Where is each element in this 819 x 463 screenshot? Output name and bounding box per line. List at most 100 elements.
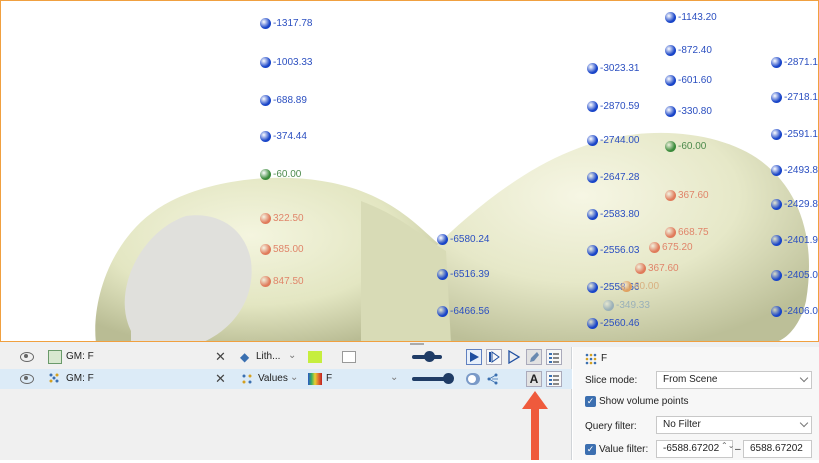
colormap-swatch[interactable] (308, 373, 322, 385)
point-marker[interactable] (587, 172, 598, 183)
point-marker[interactable] (771, 199, 782, 210)
layer-name: GM: F (66, 373, 94, 384)
step-play-icon[interactable] (486, 349, 502, 365)
point-marker[interactable] (587, 63, 598, 74)
point-value-label: 668.75 (678, 227, 709, 238)
point-value-label: -2493.8 (784, 165, 818, 176)
style-dropdown-label[interactable]: Lith... (256, 351, 280, 362)
point-marker[interactable] (771, 129, 782, 140)
point-marker[interactable] (665, 12, 676, 23)
secondary-color-swatch[interactable] (342, 351, 356, 363)
colormap-label: F (326, 373, 333, 384)
remove-layer-icon[interactable]: ✕ (215, 349, 226, 365)
point-marker[interactable] (260, 244, 271, 255)
opacity-slider-knob[interactable] (443, 373, 454, 384)
properties-title: F (601, 353, 608, 364)
point-value-label: -2556.03 (600, 245, 640, 256)
point-value-label: -872.40 (678, 45, 712, 56)
point-value-label: -1143.20 (678, 12, 717, 23)
point-marker[interactable] (771, 92, 782, 103)
point-marker[interactable] (260, 18, 271, 29)
play-icon[interactable] (466, 349, 482, 365)
splitter-grip[interactable] (410, 343, 424, 345)
spinner-icon[interactable]: ⌃⌄ (721, 441, 734, 450)
visibility-eye-icon[interactable] (20, 352, 34, 362)
opacity-slider-knob[interactable] (424, 351, 435, 362)
point-marker[interactable] (437, 234, 448, 245)
query-filter-value: No Filter (663, 419, 701, 430)
point-marker[interactable] (587, 101, 598, 112)
list-settings-icon[interactable] (546, 371, 562, 387)
point-value-label: -2583.80 (600, 209, 640, 220)
query-filter-select[interactable]: No Filter (656, 416, 812, 434)
show-volume-points-checkbox[interactable]: ✓ (585, 396, 596, 407)
point-value-label: -6466.56 (450, 306, 490, 317)
show-volume-points-label: Show volume points (599, 396, 689, 407)
point-value-label: -6580.24 (450, 234, 490, 245)
point-marker[interactable] (437, 306, 448, 317)
point-marker[interactable] (260, 276, 271, 287)
value-filter-max: 6588.67202 (750, 443, 803, 454)
paint-bucket-icon: ◆ (240, 350, 250, 364)
point-marker[interactable] (603, 300, 614, 311)
point-marker[interactable] (260, 169, 271, 180)
point-marker[interactable] (260, 57, 271, 68)
layer-row-points[interactable]: GM: F ✕ Values ⌄ F ⌄ A (0, 369, 572, 389)
point-value-label: 585.00 (273, 244, 304, 255)
chevron-down-icon[interactable]: ⌄ (288, 350, 296, 361)
point-marker[interactable] (665, 227, 676, 238)
point-marker[interactable] (771, 270, 782, 281)
style-dropdown-label[interactable]: Values (258, 373, 288, 384)
point-marker[interactable] (771, 306, 782, 317)
point-value-label: -374.44 (273, 131, 307, 142)
point-marker[interactable] (587, 282, 598, 293)
point-marker[interactable] (771, 57, 782, 68)
point-value-label: -2647.28 (600, 172, 640, 183)
visibility-eye-icon[interactable] (20, 374, 34, 384)
layer-row-geological-model[interactable]: GM: F ✕ ◆ Lith... ⌄ (0, 347, 572, 367)
outline-play-icon[interactable] (507, 349, 521, 365)
remove-layer-icon[interactable]: ✕ (215, 371, 226, 387)
value-filter-checkbox[interactable]: ✓ (585, 444, 596, 455)
range-separator: – (735, 444, 741, 455)
layer-color-swatch[interactable] (308, 351, 322, 363)
point-marker[interactable] (771, 235, 782, 246)
point-marker[interactable] (621, 281, 632, 292)
point-marker[interactable] (587, 135, 598, 146)
point-marker[interactable] (587, 245, 598, 256)
point-marker[interactable] (587, 318, 598, 329)
point-marker[interactable] (665, 141, 676, 152)
slice-mode-select[interactable]: From Scene (656, 371, 812, 389)
node-link-icon[interactable] (486, 372, 500, 386)
slice-mode-value: From Scene (663, 374, 718, 385)
points-icon (585, 353, 597, 365)
point-marker[interactable] (260, 213, 271, 224)
toggle-icon[interactable] (466, 373, 480, 385)
point-marker[interactable] (665, 106, 676, 117)
label-toggle-icon[interactable]: A (526, 371, 542, 387)
point-marker[interactable] (260, 95, 271, 106)
point-marker[interactable] (437, 269, 448, 280)
point-marker[interactable] (665, 75, 676, 86)
3d-scene-viewport[interactable]: -1317.78 -1003.33 -688.89 -374.44 -60.00 322.… (0, 0, 819, 342)
point-value-label: -1317.78 (273, 18, 313, 29)
value-filter-max-input[interactable]: 6588.67202 (743, 440, 812, 458)
points-icon (48, 372, 62, 386)
pin-icon[interactable] (526, 349, 542, 365)
point-value-label: -2591.1 (784, 129, 818, 140)
point-marker[interactable] (665, 45, 676, 56)
point-marker[interactable] (635, 263, 646, 274)
chevron-down-icon[interactable]: ⌄ (290, 372, 298, 383)
point-value-label: -330.80 (678, 106, 712, 117)
point-marker[interactable] (771, 165, 782, 176)
point-marker[interactable] (260, 131, 271, 142)
point-marker[interactable] (665, 190, 676, 201)
point-marker[interactable] (649, 242, 660, 253)
point-value-label: -2870.59 (600, 101, 640, 112)
point-value-label: 367.60 (648, 263, 679, 274)
list-settings-icon[interactable] (546, 349, 562, 365)
slice-mode-label: Slice mode: (585, 375, 638, 386)
chevron-down-icon[interactable]: ⌄ (390, 372, 398, 383)
chevron-down-icon (799, 418, 809, 428)
point-marker[interactable] (587, 209, 598, 220)
